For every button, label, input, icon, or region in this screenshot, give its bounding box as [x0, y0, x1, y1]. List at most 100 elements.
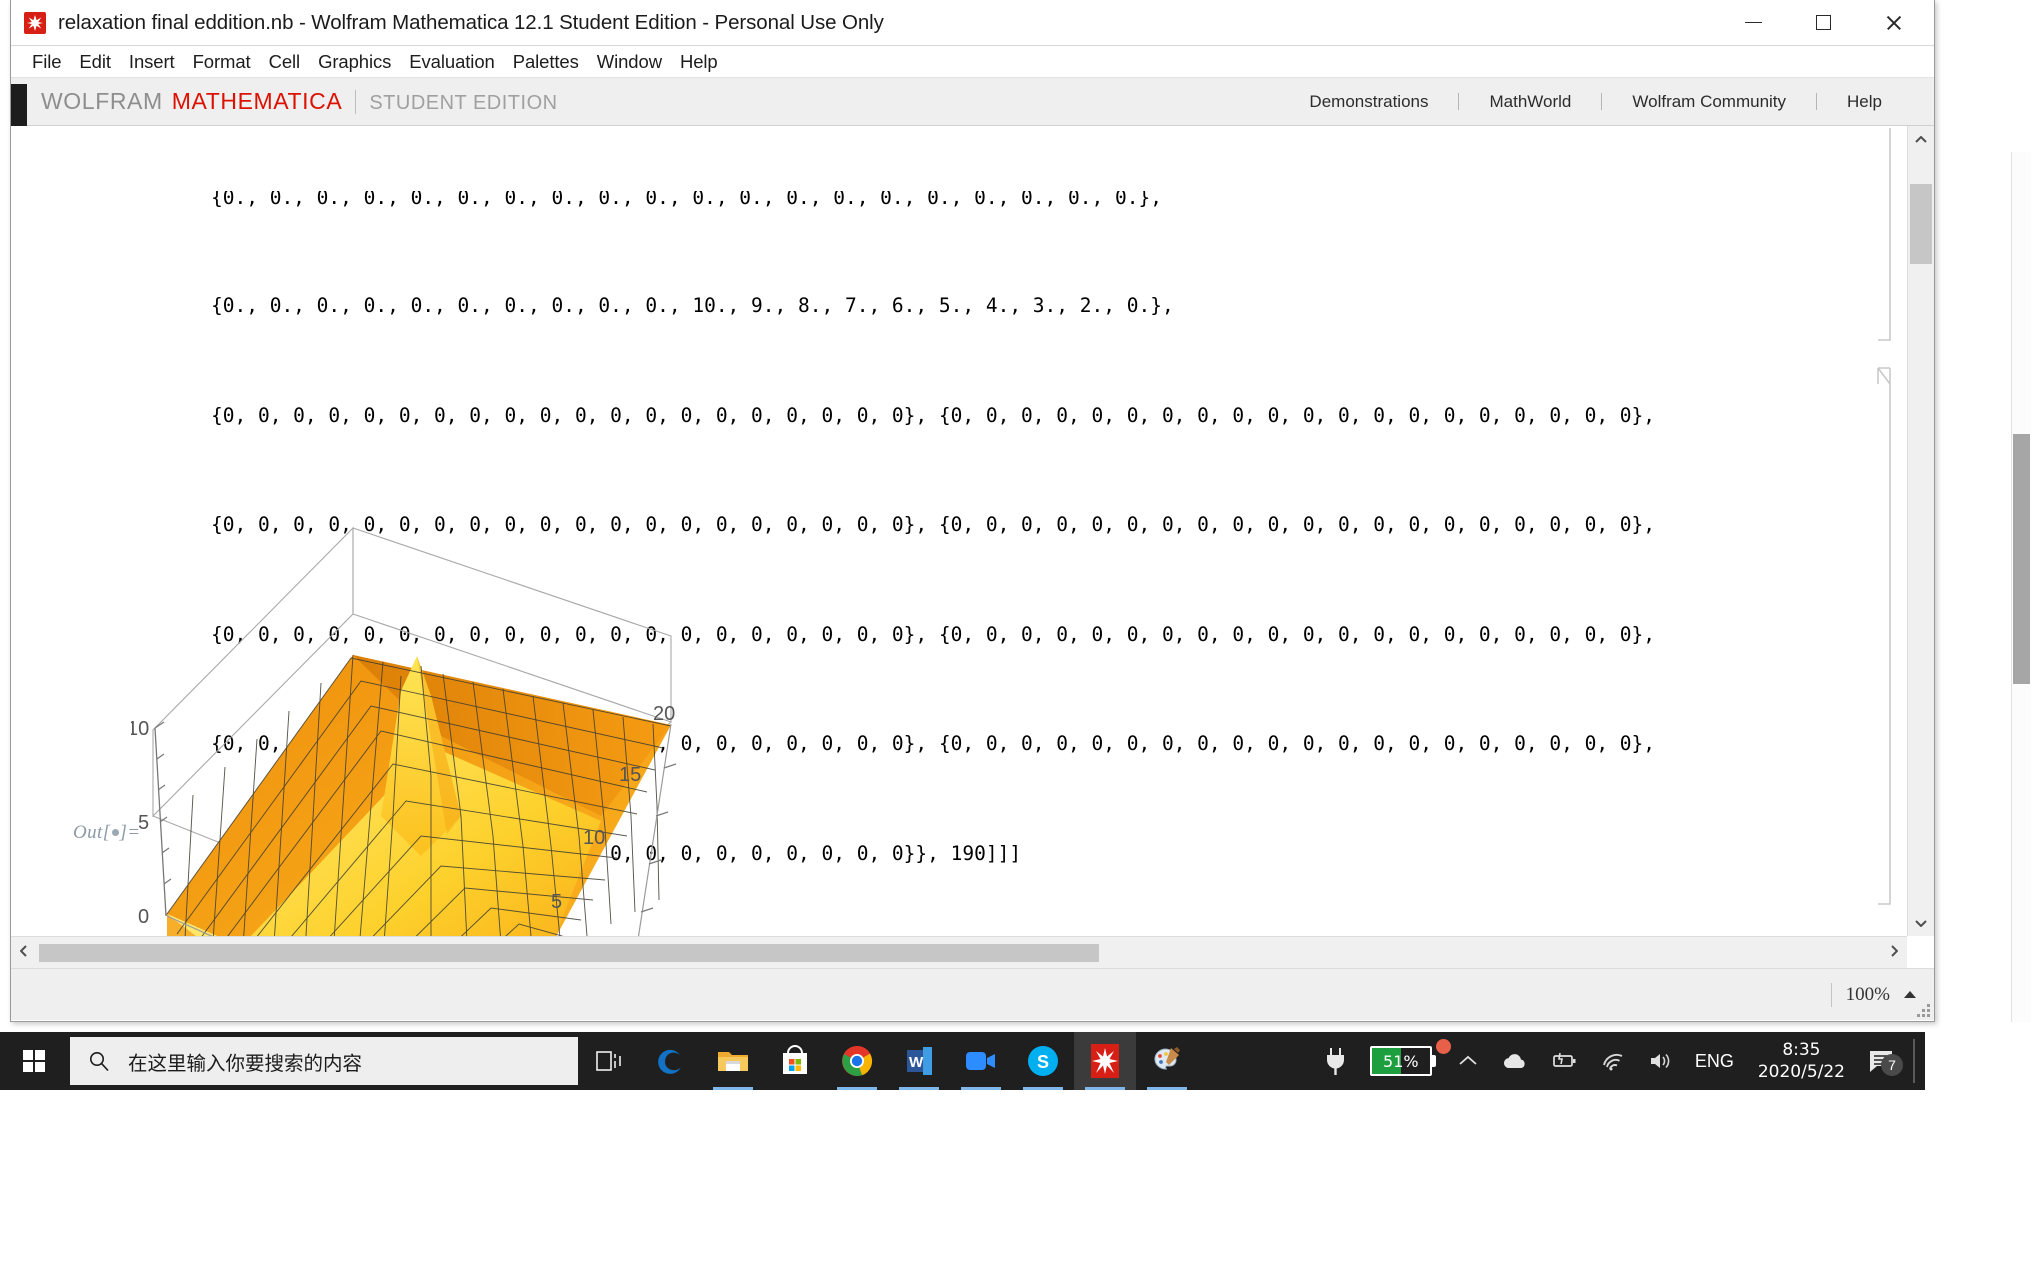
menu-item-palettes[interactable]: Palettes [504, 49, 588, 75]
taskbar-open-indicator [837, 1087, 877, 1090]
skype-icon[interactable]: S [1012, 1032, 1074, 1090]
battery-terminal [1431, 1055, 1436, 1067]
menu-item-graphics[interactable]: Graphics [309, 49, 400, 75]
z-tick-label-5: 5 [138, 812, 149, 834]
scroll-right-button[interactable] [1881, 944, 1907, 961]
menu-item-insert[interactable]: Insert [120, 49, 184, 75]
notebook-vscroll-thumb[interactable] [1910, 184, 1932, 264]
menu-item-window[interactable]: Window [588, 49, 671, 75]
brand-edition-label: STUDENT EDITION [369, 92, 558, 114]
battery-percent-label: 51% [1383, 1051, 1419, 1071]
notebook-hscroll-thumb[interactable] [39, 943, 1099, 962]
battery-status[interactable]: 51% [1359, 1039, 1451, 1076]
svg-text:S: S [1037, 1052, 1049, 1072]
menu-item-help[interactable]: Help [671, 49, 727, 75]
brand-wolfram-label: WOLFRAM [41, 88, 163, 114]
system-tray: 51% ENG 8:35 2020/5/22 7 [1313, 1039, 1925, 1083]
menu-item-file[interactable]: File [23, 49, 70, 75]
file-explorer-icon[interactable] [702, 1032, 764, 1090]
toolbar-tab-marker [11, 84, 27, 126]
link-mathworld[interactable]: MathWorld [1459, 92, 1601, 112]
chrome-icon[interactable] [826, 1032, 888, 1090]
title-bar: relaxation final eddition.nb - Wolfram M… [11, 0, 1934, 46]
status-divider [1830, 982, 1832, 1007]
outer-vertical-scrollbar[interactable] [2011, 152, 2031, 1022]
search-input[interactable]: 在这里输入你要搜索的内容 [128, 1047, 362, 1076]
brand-mathematica-label: MATHEMATICA [171, 88, 343, 114]
y-tick-label-5: 5 [551, 891, 562, 913]
wifi-icon[interactable] [1589, 1051, 1637, 1071]
search-icon [90, 1052, 109, 1072]
z-tick-label-10: 10 [131, 718, 149, 740]
link-demonstrations[interactable]: Demonstrations [1279, 92, 1458, 112]
notification-icon[interactable]: 7 [1859, 1048, 1907, 1076]
start-button[interactable] [0, 1032, 68, 1090]
caret-up-icon[interactable] [1904, 991, 1916, 998]
code-line: {0, 0, 0, 0, 0, 0, 0, 0, 0, 0, 0, 0, 0, … [211, 403, 1656, 427]
surface-body [167, 655, 671, 936]
code-line-clipped: {0., 0., 0., 0., 0., 0., 0., 0., 0., 0.,… [211, 191, 1906, 215]
link-wolfram-community[interactable]: Wolfram Community [1602, 92, 1816, 112]
word-icon[interactable]: W [888, 1032, 950, 1090]
close-button[interactable] [1862, 0, 1924, 45]
mathematica-spikey-icon [24, 11, 46, 34]
maximize-button[interactable] [1792, 0, 1854, 45]
speaker-icon[interactable] [1637, 1051, 1685, 1071]
svg-text:W: W [909, 1054, 924, 1071]
microsoft-store-icon[interactable] [764, 1032, 826, 1090]
notebook-vertical-scrollbar[interactable] [1907, 126, 1934, 936]
onedrive-cloud-icon[interactable] [1489, 1052, 1539, 1070]
taskbar-search-box[interactable]: 在这里输入你要搜索的内容 [70, 1037, 578, 1085]
battery-alert-dot [1435, 1039, 1451, 1054]
menu-bar: File Edit Insert Format Cell Graphics Ev… [11, 46, 1934, 78]
chevron-up-icon[interactable] [1447, 1055, 1489, 1067]
clock[interactable]: 8:35 2020/5/22 [1744, 1039, 1859, 1083]
z-tick-label-0: 0 [138, 906, 149, 928]
wolfram-brand: WOLFRAM MATHEMATICA STUDENT EDITION [41, 88, 558, 115]
minimize-button[interactable] [1722, 0, 1784, 45]
mathematica-icon[interactable] [1074, 1032, 1136, 1090]
resize-grip-icon[interactable] [1916, 1003, 1930, 1017]
scroll-left-button[interactable] [11, 944, 37, 961]
listplot3d-graphic[interactable]: 10 5 0 20 15 10 5 [131, 516, 921, 936]
paint-icon[interactable] [1136, 1032, 1198, 1090]
menu-item-edit[interactable]: Edit [70, 49, 119, 75]
link-help[interactable]: Help [1817, 92, 1912, 112]
y-tick-label-10: 10 [583, 827, 605, 849]
windows-logo-icon [23, 1050, 45, 1072]
clock-date: 2020/5/22 [1757, 1062, 1845, 1082]
minimize-icon [1744, 21, 1762, 24]
taskbar-open-indicator [899, 1087, 939, 1090]
output-cell-bracket[interactable] [1872, 364, 1898, 924]
menu-item-evaluation[interactable]: Evaluation [400, 49, 503, 75]
menu-item-cell[interactable]: Cell [260, 49, 309, 75]
battery-charging-icon[interactable] [1539, 1052, 1589, 1070]
scroll-down-button[interactable] [1908, 909, 1934, 936]
surface-plot-svg: 10 5 0 20 15 10 5 [131, 526, 677, 936]
brand-divider [355, 89, 357, 114]
battery-meter: 51% [1369, 1046, 1432, 1076]
taskbar-open-indicator [713, 1087, 753, 1090]
edge-icon[interactable] [640, 1032, 702, 1090]
notebook-canvas[interactable]: {0., 0., 0., 0., 0., 0., 0., 0., 0., 0.,… [11, 126, 1906, 936]
language-indicator[interactable]: ENG [1685, 1051, 1744, 1072]
tray-divider [1913, 1039, 1915, 1083]
notebook-horizontal-scrollbar[interactable] [11, 936, 1907, 968]
code-line: {0., 0., 0., 0., 0., 0., 0., 0., 0., 0.,… [211, 191, 1162, 209]
scroll-up-button[interactable] [1908, 126, 1934, 153]
zoom-level-label[interactable]: 100% [1846, 984, 1890, 1006]
code-cell-bracket[interactable] [1872, 126, 1898, 356]
y-tick-label-15: 15 [619, 764, 641, 786]
notebook-area[interactable]: {0., 0., 0., 0., 0., 0., 0., 0., 0., 0.,… [11, 126, 1934, 968]
out-label-prefix: Out[ [73, 822, 111, 843]
power-plug-icon[interactable] [1313, 1046, 1359, 1076]
menu-item-format[interactable]: Format [184, 49, 260, 75]
taskbar-open-indicator [961, 1087, 1001, 1090]
zoom-icon[interactable] [950, 1032, 1012, 1090]
wolfram-toolbar: WOLFRAM MATHEMATICA STUDENT EDITION Demo… [11, 78, 1934, 126]
maximize-icon [1815, 15, 1831, 30]
windows-taskbar: 在这里输入你要搜索的内容 W S 51% ENG 8:35 2020/5/22 … [0, 1032, 1925, 1090]
window-title: relaxation final eddition.nb - Wolfram M… [58, 10, 884, 34]
outer-vscroll-thumb[interactable] [2013, 434, 2030, 684]
task-view-icon[interactable] [578, 1032, 640, 1090]
